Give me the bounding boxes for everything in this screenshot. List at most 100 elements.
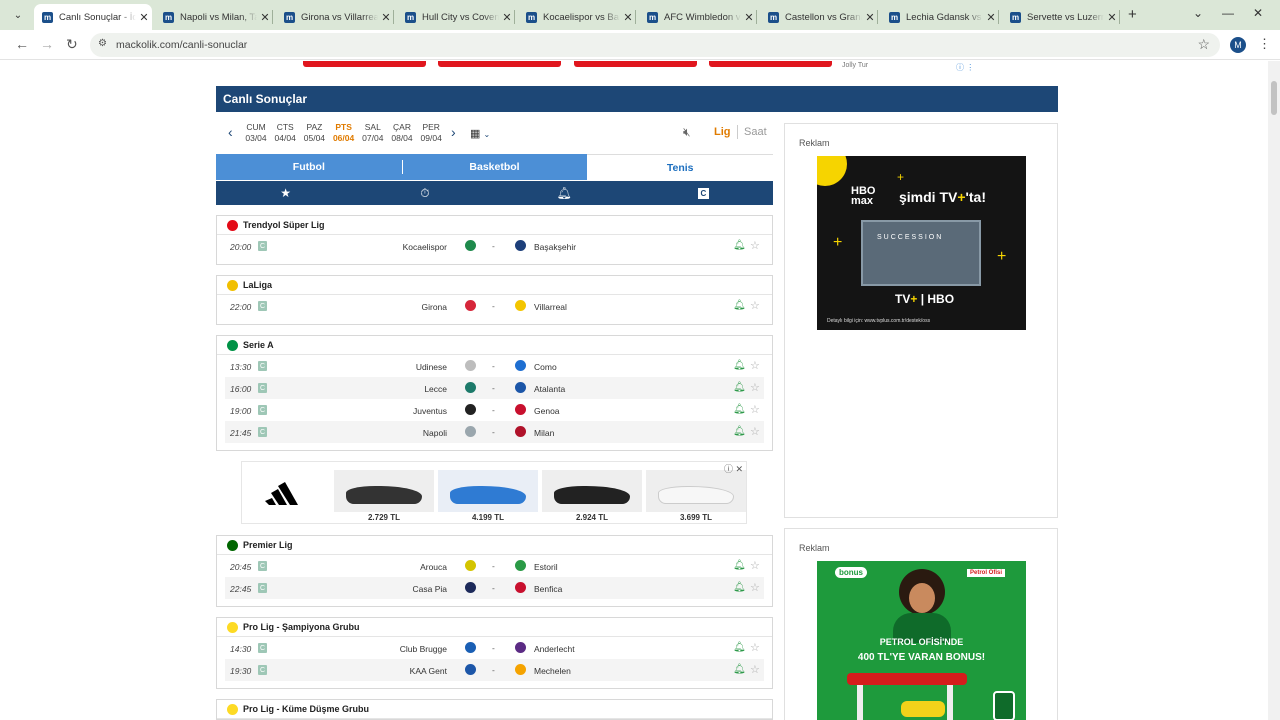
league-header[interactable]: Pro Lig - Küme Düşme Grubu (217, 700, 772, 719)
home-team[interactable]: Arouca (420, 562, 447, 572)
browser-menu-icon[interactable]: ⋮ (1258, 36, 1271, 52)
favorites-star-icon[interactable]: ★ (216, 181, 355, 205)
favorite-star-icon[interactable]: ☆ (750, 663, 760, 676)
match-row[interactable]: 16:00 C Lecce - Atalanta 🔔︎ ☆ (225, 377, 764, 399)
day-option[interactable]: PTS 06/04 (329, 122, 359, 144)
match-row[interactable]: 22:00 C Girona - Villarreal 🔔︎ ☆ (225, 295, 764, 317)
home-team[interactable]: Napoli (423, 428, 447, 438)
browser-tab[interactable]: m AFC Wimbledon vs ✕ (639, 4, 757, 30)
reload-icon[interactable]: ↻ (66, 36, 78, 53)
away-team[interactable]: Atalanta (534, 384, 565, 394)
day-option[interactable]: CUM 03/04 (241, 122, 271, 144)
browser-tab[interactable]: m Hull City vs Coventr ✕ (397, 4, 515, 30)
away-team[interactable]: Benfica (534, 584, 562, 594)
match-row[interactable]: 13:30 C Udinese - Como 🔔︎ ☆ (225, 355, 764, 377)
league-header[interactable]: LaLiga (217, 276, 772, 295)
league-header[interactable]: Pro Lig - Şampiyona Grubu (217, 618, 772, 637)
day-option[interactable]: ÇAR 08/04 (387, 122, 417, 144)
tab-search-icon[interactable]: ⌄ (8, 5, 28, 25)
bookmark-star-icon[interactable]: ☆ (1197, 36, 1210, 53)
home-team[interactable]: KAA Gent (410, 666, 447, 676)
close-window-icon[interactable]: ✕ (1253, 6, 1263, 20)
favorite-star-icon[interactable]: ☆ (750, 581, 760, 594)
favorite-star-icon[interactable]: ☆ (750, 425, 760, 438)
favorite-star-icon[interactable]: ☆ (750, 403, 760, 416)
close-tab-icon[interactable]: ✕ (136, 11, 152, 24)
notification-bell-icon[interactable]: 🔔︎ (733, 642, 746, 653)
hbo-max-ad-image[interactable]: HBO max şimdi TV+'ta! SUCCESSION TV+ | H… (817, 156, 1026, 330)
toggle-saat[interactable]: Saat (744, 126, 767, 138)
notification-bell-icon[interactable]: 🔔︎ (733, 240, 746, 251)
home-team[interactable]: Juventus (413, 406, 447, 416)
league-header[interactable]: Serie A (217, 336, 772, 355)
notification-bell-icon[interactable]: 🔔︎ (733, 560, 746, 571)
home-team[interactable]: Lecce (424, 384, 447, 394)
match-row[interactable]: 20:45 C Arouca - Estoril 🔔︎ ☆ (225, 555, 764, 577)
tab-basketbol[interactable]: Basketbol (401, 154, 588, 180)
notification-bell-icon[interactable]: 🔔︎ (733, 360, 746, 371)
back-icon[interactable]: ← (15, 36, 29, 52)
notification-bell-icon[interactable]: 🔔︎ (733, 582, 746, 593)
away-team[interactable]: Mechelen (534, 666, 571, 676)
minimize-icon[interactable]: ⌄ (1193, 6, 1203, 20)
home-team[interactable]: Casa Pia (413, 584, 448, 594)
new-tab-icon[interactable]: + (1128, 6, 1137, 23)
match-row[interactable]: 20:00 C Kocaelispor - Başakşehir 🔔︎ ☆ (225, 235, 764, 257)
home-team[interactable]: Girona (421, 302, 447, 312)
day-option[interactable]: CTS 04/04 (270, 122, 300, 144)
day-option[interactable]: PER 09/04 (416, 122, 446, 144)
notification-bell-icon[interactable]: 🔔︎ (733, 300, 746, 311)
favorite-star-icon[interactable]: ☆ (750, 299, 760, 312)
browser-tab[interactable]: m Kocaelispor vs Başa✕ (518, 4, 636, 30)
ad-info-icon[interactable]: ⓘ ⋮ (956, 62, 974, 73)
close-tab-icon[interactable]: ✕ (378, 11, 394, 24)
url-text[interactable]: mackolik.com/canli-sonuclar (116, 39, 247, 51)
notification-bell-icon[interactable]: 🔔︎ (733, 404, 746, 415)
away-team[interactable]: Como (534, 362, 557, 372)
petrol-ofisi-ad-image[interactable]: bonus Petrol Ofisi PETROL OFİSİ'NDE 400 … (817, 561, 1026, 720)
league-header[interactable]: Trendyol Süper Lig (217, 216, 772, 235)
day-option[interactable]: SAL 07/04 (358, 122, 388, 144)
top-ad-button[interactable] (574, 61, 697, 67)
close-tab-icon[interactable]: ✕ (499, 11, 515, 24)
profile-avatar[interactable]: M (1230, 37, 1246, 53)
notification-bell-icon[interactable]: 🔔︎ (733, 426, 746, 437)
restore-icon[interactable]: — (1222, 6, 1234, 20)
close-tab-icon[interactable]: ✕ (1104, 11, 1120, 24)
notification-bell-icon[interactable]: 🔔︎ (733, 664, 746, 675)
away-team[interactable]: Estoril (534, 562, 558, 572)
forward-icon[interactable]: → (40, 36, 54, 52)
close-tab-icon[interactable]: ✕ (620, 11, 636, 24)
favorite-star-icon[interactable]: ☆ (750, 239, 760, 252)
browser-tab[interactable]: m Canlı Sonuçlar - İddaa✕ (34, 4, 152, 30)
close-tab-icon[interactable]: ✕ (741, 11, 757, 24)
match-row[interactable]: 14:30 C Club Brugge - Anderlecht 🔔︎ ☆ (225, 637, 764, 659)
browser-tab[interactable]: m Napoli vs Milan, Ta ✕ (155, 4, 273, 30)
site-info-icon[interactable]: ⚙ (98, 38, 107, 49)
match-row[interactable]: 19:00 C Juventus - Genoa 🔔︎ ☆ (225, 399, 764, 421)
favorite-star-icon[interactable]: ☆ (750, 559, 760, 572)
next-day-chevron-icon[interactable]: › (451, 124, 456, 140)
tab-futbol[interactable]: Futbol (216, 154, 402, 180)
toggle-lig[interactable]: Lig (714, 126, 731, 138)
browser-tab[interactable]: m Girona vs Villarreal ✕ (276, 4, 394, 30)
close-tab-icon[interactable]: ✕ (862, 11, 878, 24)
notification-bell-icon[interactable]: 🔔︎ (495, 181, 634, 205)
away-team[interactable]: Başakşehir (534, 242, 576, 252)
close-tab-icon[interactable]: ✕ (257, 11, 273, 24)
prev-day-chevron-icon[interactable]: ‹ (228, 124, 233, 140)
favorite-star-icon[interactable]: ☆ (750, 359, 760, 372)
top-ad-button[interactable] (709, 61, 832, 67)
match-row[interactable]: 19:30 C KAA Gent - Mechelen 🔔︎ ☆ (225, 659, 764, 681)
page-scrollbar[interactable] (1268, 61, 1280, 720)
browser-tab[interactable]: m Lechia Gdansk vs K ✕ (881, 4, 999, 30)
ad-close-icon[interactable]: ⓘ ✕ (724, 462, 743, 475)
home-team[interactable]: Club Brugge (400, 644, 447, 654)
browser-tab[interactable]: m Servette vs Luzern ✕ (1002, 4, 1120, 30)
calendar-icon[interactable]: ▦ ⌄ (470, 127, 490, 140)
match-row[interactable]: 21:45 C Napoli - Milan 🔔︎ ☆ (225, 421, 764, 443)
away-team[interactable]: Villarreal (534, 302, 567, 312)
notification-bell-icon[interactable]: 🔔︎ (733, 382, 746, 393)
shoe-ad-banner[interactable]: 2.729 TL 4.199 TL 2.924 TL 3.699 TL (241, 461, 747, 524)
favorite-star-icon[interactable]: ☆ (750, 641, 760, 654)
